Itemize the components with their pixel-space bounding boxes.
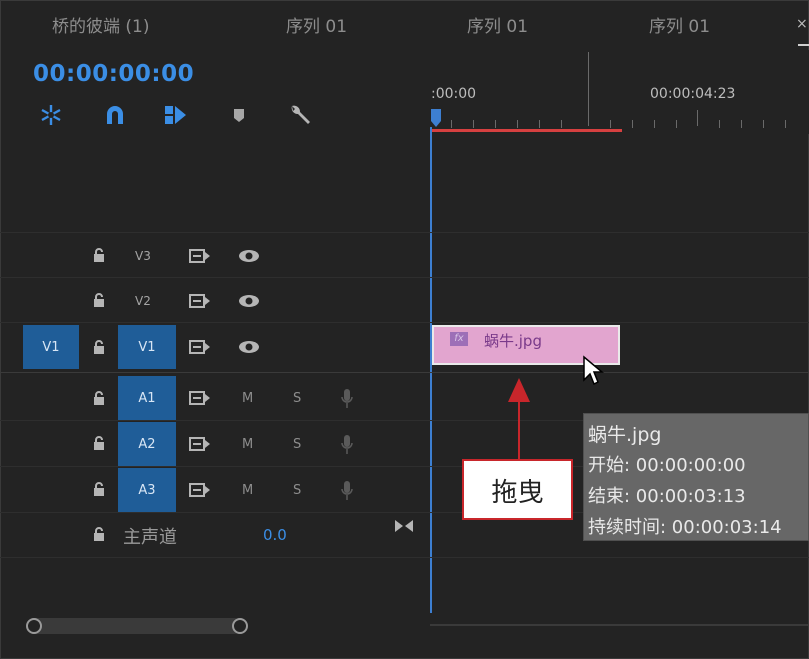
work-area-bar[interactable] — [432, 129, 622, 132]
microphone-icon[interactable] — [340, 480, 354, 502]
lock-icon[interactable] — [92, 340, 106, 354]
eye-icon[interactable] — [238, 248, 260, 264]
eye-icon[interactable] — [238, 339, 260, 355]
row-divider — [0, 322, 809, 323]
row-divider — [0, 277, 809, 278]
sync-lock-icon[interactable] — [189, 293, 211, 309]
track-target-a1[interactable]: A1 — [118, 376, 176, 420]
annotation-arrow-icon — [508, 378, 530, 402]
mute-button[interactable]: M — [242, 391, 253, 406]
lock-icon[interactable] — [92, 527, 106, 541]
tooltip-end: 结束: 00:00:03:13 — [588, 486, 746, 507]
ruler-tick — [654, 120, 655, 128]
track-name-v3[interactable]: V3 — [135, 249, 151, 263]
solo-button[interactable]: S — [293, 391, 301, 406]
wrench-icon[interactable] — [286, 102, 312, 128]
solo-button[interactable]: S — [293, 483, 301, 498]
ruler-tick — [495, 120, 496, 128]
fx-badge-icon: fx — [450, 332, 468, 346]
row-divider — [0, 557, 809, 558]
source-patch-v1[interactable]: V1 — [23, 325, 79, 369]
ruler-tick — [561, 120, 562, 128]
annotation-line — [518, 398, 520, 459]
zoom-scrollbar[interactable] — [28, 618, 242, 634]
ruler-tick — [719, 120, 720, 128]
ruler-major-tick — [697, 110, 698, 126]
playhead-line — [430, 127, 432, 613]
scrollbar-left-handle[interactable] — [26, 618, 42, 634]
marker-icon[interactable] — [226, 102, 252, 128]
track-target-a3[interactable]: A3 — [118, 468, 176, 512]
ruler-tick — [676, 120, 677, 128]
track-target-a2[interactable]: A2 — [118, 422, 176, 466]
ruler-tick — [763, 120, 764, 128]
track-target-v1[interactable]: V1 — [118, 325, 176, 369]
sync-lock-icon[interactable] — [189, 482, 211, 498]
lock-icon[interactable] — [92, 482, 106, 496]
sync-lock-icon[interactable] — [189, 248, 211, 264]
magnet-icon[interactable] — [102, 102, 128, 128]
ruler-major-tick — [588, 52, 589, 126]
tooltip-clip-name: 蜗牛.jpg — [588, 424, 662, 446]
tooltip-start: 开始: 00:00:00:00 — [588, 455, 746, 476]
mute-button[interactable]: M — [242, 483, 253, 498]
ruler-tick — [632, 120, 633, 128]
ruler-label-end: 00:00:04:23 — [650, 86, 736, 102]
mouse-cursor-icon — [583, 355, 604, 386]
lock-icon[interactable] — [92, 436, 106, 450]
row-divider — [0, 232, 809, 233]
linked-selection-icon[interactable] — [162, 102, 188, 128]
track-name-v2[interactable]: V2 — [135, 294, 151, 308]
master-track-label: 主声道 — [123, 527, 177, 548]
lock-icon[interactable] — [92, 293, 106, 307]
ruler-label-start: :00:00 — [431, 86, 477, 102]
tab-sequence-01-c[interactable]: 序列 01 — [649, 12, 710, 37]
time-ruler[interactable] — [430, 50, 809, 134]
ruler-tick — [451, 120, 452, 128]
sync-lock-icon[interactable] — [189, 390, 211, 406]
video-audio-divider — [0, 372, 809, 373]
lock-icon[interactable] — [92, 391, 106, 405]
tab-sequence-01-b[interactable]: 序列 01 — [467, 12, 528, 37]
playhead-timecode[interactable]: 00:00:00:00 — [33, 61, 194, 87]
annotation-label: 拖曳 — [491, 478, 544, 508]
sync-lock-icon[interactable] — [189, 436, 211, 452]
ruler-tick — [539, 120, 540, 128]
ruler-tick — [741, 120, 742, 128]
snap-icon[interactable] — [38, 102, 64, 128]
ruler-tick — [610, 120, 611, 128]
scrollbar-right-handle[interactable] — [232, 618, 248, 634]
lock-icon[interactable] — [92, 248, 106, 262]
solo-button[interactable]: S — [293, 437, 301, 452]
ruler-tick — [517, 120, 518, 128]
tab-sequence-01-a[interactable]: 序列 01 — [286, 12, 347, 37]
close-icon[interactable]: × — [796, 16, 808, 32]
playhead-handle[interactable] — [430, 109, 442, 127]
go-to-in-out-icon[interactable] — [394, 519, 414, 533]
master-volume-value[interactable]: 0.0 — [263, 526, 287, 544]
clip-name: 蜗牛.jpg — [484, 332, 542, 350]
eye-icon[interactable] — [238, 293, 260, 309]
microphone-icon[interactable] — [340, 434, 354, 456]
sync-lock-icon[interactable] — [189, 339, 211, 355]
mute-button[interactable]: M — [242, 437, 253, 452]
ruler-tick — [473, 120, 474, 128]
microphone-icon[interactable] — [340, 388, 354, 410]
active-tab-underline — [798, 44, 809, 46]
tooltip-duration: 持续时间: 00:00:03:14 — [588, 517, 782, 538]
tab-bridge-end[interactable]: 桥的彼端 (1) — [52, 12, 149, 37]
ruler-tick — [785, 120, 786, 128]
timeline-bottom-divider — [430, 624, 809, 626]
